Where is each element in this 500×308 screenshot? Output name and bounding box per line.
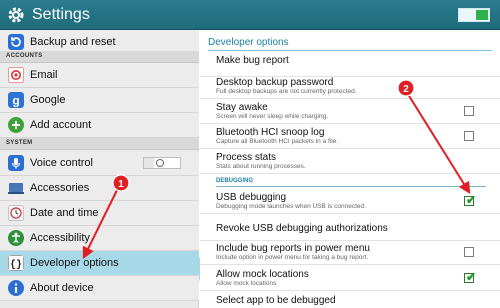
sidebar-item-label: Developer options (30, 257, 119, 269)
app-title: Settings (32, 6, 90, 23)
option-title: Include bug reports in power menu (216, 243, 370, 254)
sidebar-item-label: Email (30, 69, 58, 81)
developer-options-icon: {} (8, 255, 24, 271)
section-label: ACCOUNTS (6, 53, 43, 59)
option-title: Bluetooth HCI snoop log (216, 127, 325, 138)
checkmark-icon: ✔ (466, 193, 477, 207)
option-process-stats[interactable]: Process stats Stats about running proces… (200, 149, 500, 174)
action-bar: Settings (0, 0, 500, 30)
sidebar-item-label: About device (30, 282, 94, 294)
section-label: DEBUGGING (216, 178, 254, 184)
sidebar-item-voice-control[interactable]: Voice control (0, 151, 199, 176)
option-subtitle: Screen will never sleep while charging. (216, 113, 329, 120)
stay-awake-checkbox[interactable] (464, 106, 474, 116)
panel-title-divider (208, 50, 492, 51)
option-subtitle: Include option in power menu for taking … (216, 254, 369, 261)
option-title: Allow mock locations (216, 269, 309, 280)
option-title: Process stats (216, 152, 277, 163)
toggle-knob (156, 159, 164, 167)
sidebar-item-label: Date and time (30, 207, 99, 219)
add-account-icon (8, 117, 24, 133)
option-subtitle: Capture all Bluetooth HCI packets in a f… (216, 138, 339, 145)
option-subtitle: Debugging mode launches when USB is conn… (216, 203, 366, 210)
developer-options-panel: Developer options Make bug report Deskto… (200, 30, 500, 308)
allow-mock-locations-checkbox[interactable]: ✔ (464, 270, 477, 284)
section-divider (216, 186, 486, 187)
svg-text:{}: {} (10, 259, 22, 271)
settings-gear-icon[interactable] (6, 5, 26, 25)
section-debugging: DEBUGGING (200, 176, 500, 187)
sidebar-item-label: Accessories (30, 182, 90, 194)
backup-reset-icon (8, 34, 24, 50)
sidebar-item-label: Add account (30, 119, 92, 131)
sidebar-item-label: Google (30, 94, 66, 106)
sidebar-item-label: Voice control (30, 157, 93, 169)
include-bug-reports-checkbox[interactable] (464, 247, 474, 257)
bluetooth-hci-snoop-log-checkbox[interactable] (464, 131, 474, 141)
sidebar-section-system: SYSTEM (0, 138, 199, 150)
option-title: Stay awake (216, 102, 268, 113)
option-title: Revoke USB debugging authorizations (216, 223, 388, 234)
option-stay-awake[interactable]: Stay awake Screen will never sleep while… (200, 99, 500, 124)
sidebar-item-developer-options[interactable]: {} Developer options (0, 251, 199, 276)
option-bluetooth-hci-snoop-log[interactable]: Bluetooth HCI snoop log Capture all Blue… (200, 124, 500, 149)
developer-options-master-toggle[interactable] (458, 8, 490, 22)
option-subtitle: Allow mock locations (216, 280, 277, 287)
email-icon (8, 67, 24, 83)
option-subtitle: Full desktop backups are not currently p… (216, 88, 357, 95)
section-label: SYSTEM (6, 140, 33, 146)
sidebar-item-about-device[interactable]: About device (0, 276, 199, 301)
sidebar-item-email[interactable]: Email (0, 63, 199, 88)
google-icon: g (8, 92, 24, 108)
clock-icon (8, 205, 24, 221)
option-usb-debugging[interactable]: USB debugging Debugging mode launches wh… (200, 189, 500, 214)
option-title: Select app to be debugged (216, 295, 336, 306)
sidebar-item-google[interactable]: g Google (0, 88, 199, 113)
accessibility-icon (8, 230, 24, 246)
toggle-track (144, 158, 154, 168)
svg-text:g: g (12, 94, 19, 108)
sidebar-item-label: Accessibility (30, 232, 90, 244)
option-revoke-usb-debugging[interactable]: Revoke USB debugging authorizations (200, 216, 500, 241)
toggle-knob (476, 10, 488, 20)
voice-control-toggle[interactable] (143, 157, 181, 169)
sidebar-item-accessibility[interactable]: Accessibility (0, 226, 199, 251)
option-title: USB debugging (216, 192, 287, 203)
sidebar-item-date-time[interactable]: Date and time (0, 201, 199, 226)
sidebar-item-accessories[interactable]: Accessories (0, 176, 199, 201)
usb-debugging-checkbox[interactable]: ✔ (464, 193, 477, 207)
checkmark-icon: ✔ (466, 270, 477, 284)
sidebar: Backup and reset ACCOUNTS Email g Google… (0, 30, 199, 308)
info-icon (8, 280, 24, 296)
sidebar-item-label: Backup and reset (30, 36, 116, 48)
option-title: Make bug report (216, 55, 289, 66)
option-desktop-backup-password[interactable]: Desktop backup password Full desktop bac… (200, 74, 500, 99)
option-select-debug-app[interactable]: Select app to be debugged (200, 292, 500, 308)
panel-title: Developer options (208, 37, 289, 48)
sidebar-section-accounts: ACCOUNTS (0, 51, 199, 63)
microphone-icon (8, 155, 24, 171)
option-subtitle: Stats about running processes. (216, 163, 306, 170)
accessories-icon (8, 183, 24, 194)
option-title: Desktop backup password (216, 77, 334, 88)
sidebar-item-add-account[interactable]: Add account (0, 113, 199, 138)
option-include-bug-reports[interactable]: Include bug reports in power menu Includ… (200, 240, 500, 265)
option-allow-mock-locations[interactable]: Allow mock locations Allow mock location… (200, 266, 500, 291)
